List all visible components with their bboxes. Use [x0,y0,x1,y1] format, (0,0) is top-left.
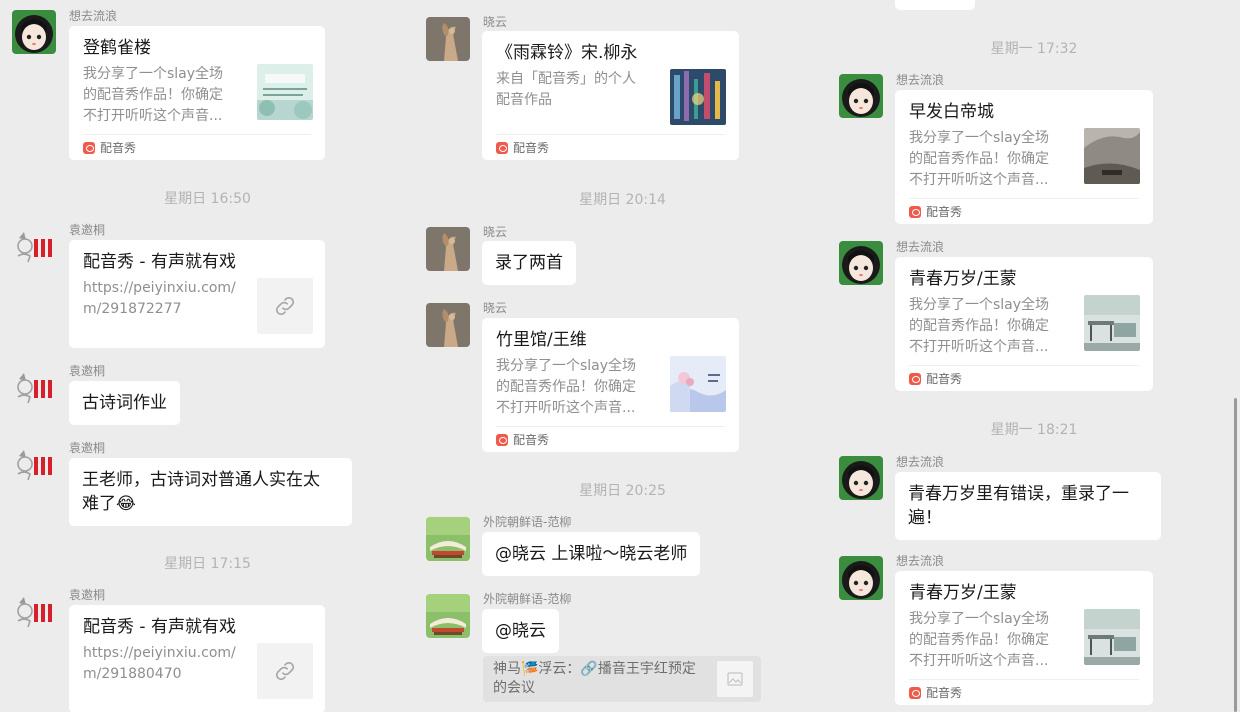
link-card[interactable]: 配音秀 - 有声就有戏 https://peiyinxiu.com/ m/291… [69,605,325,712]
avatar-fanliu[interactable] [426,517,470,561]
avatar-xiaoyun[interactable] [426,17,470,61]
text-message[interactable]: 录了两首 [482,241,576,285]
link-url: https://peiyinxiu.com/ m/291872277 [83,280,236,317]
peiyinxiu-app-icon [83,141,95,154]
peiyinxiu-app-icon [496,433,508,446]
card-footer: 配音秀 [909,198,1139,224]
peiyinxiu-app-icon [909,205,921,218]
card-title: 《雨霖铃》宋.柳永 [496,43,638,63]
card-footer: 配音秀 [909,365,1139,391]
peiyinxiu-app-icon [909,686,921,699]
card-thumbnail [1084,128,1140,184]
card-description: 我分享了一个slay全场 的配音秀作品！你确定 不打开听听这个声音... [909,297,1050,355]
card-thumbnail [670,356,726,412]
sender-name: 袁邀桐 [69,223,106,237]
chat-column-3: 星期一 17:32 想去流浪 早发白帝城 我分享了一个slay全场 的配音秀作品… [830,0,1240,712]
sender-name: 外院朝鲜语-范柳 [483,592,572,606]
app-label: 配音秀 [926,686,963,700]
avatar-xiaoyun[interactable] [426,303,470,347]
card-title: 青春万岁/王蒙 [909,269,1017,289]
app-label: 配音秀 [926,205,963,219]
sender-name: 外院朝鲜语-范柳 [483,515,572,529]
sender-name: 晓云 [483,301,508,315]
avatar-yuan[interactable] [12,365,56,409]
avatar-xiangqu[interactable] [839,456,883,500]
sender-name: 想去流浪 [896,73,945,87]
timestamp-separator: 星期日 20:25 [579,483,666,499]
share-card[interactable]: 早发白帝城 我分享了一个slay全场 的配音秀作品！你确定 不打开听听这个声音.… [895,90,1153,224]
card-description: 来自「配音秀」的个人 配音作品 [496,71,636,108]
sender-name: 袁邀桐 [69,588,106,602]
card-thumbnail [1084,609,1140,665]
sender-name: 想去流浪 [896,240,945,254]
sender-name: 袁邀桐 [69,364,106,378]
card-description: 我分享了一个slay全场 的配音秀作品！你确定 不打开听听这个声音... [496,358,637,416]
sender-name: 想去流浪 [896,455,945,469]
card-thumbnail [670,69,726,125]
text-message[interactable]: 王老师，古诗词对普通人实在太 难了😂 [69,458,352,526]
link-card[interactable]: 配音秀 - 有声就有戏 https://peiyinxiu.com/ m/291… [69,240,325,348]
link-icon [257,643,313,699]
share-card[interactable]: 青春万岁/王蒙 我分享了一个slay全场 的配音秀作品！你确定 不打开听听这个声… [895,257,1153,391]
timestamp-separator: 星期一 17:32 [990,41,1078,57]
text-message[interactable]: 青春万岁里有错误，重录了一 遍！ [895,472,1161,540]
share-card[interactable]: 登鹤雀楼 我分享了一个slay全场 的配音秀作品！你确定 不打开听听这个声音..… [69,26,325,160]
avatar-yuan[interactable] [12,589,56,633]
sender-name: 晓云 [483,225,508,239]
share-card[interactable]: 竹里馆/王维 我分享了一个slay全场 的配音秀作品！你确定 不打开听听这个声音… [482,318,739,452]
chat-column-1: 想去流浪 登鹤雀楼 我分享了一个slay全场 的配音秀作品！你确定 不打开听听这… [0,0,415,712]
avatar-yuan[interactable] [12,442,56,486]
timestamp-separator: 星期日 20:14 [579,192,666,208]
chat-column-2: 晓云 《雨霖铃》宋.柳永 来自「配音秀」的个人 配音作品 配音秀 星期日 20:… [415,0,830,712]
card-title: 青春万岁/王蒙 [909,583,1017,603]
quoted-message[interactable]: 神马🎏浮云：🔗播音王宇红预定 的会议 [483,656,761,702]
card-title: 配音秀 - 有声就有戏 [83,252,236,272]
card-footer: 配音秀 [496,134,725,160]
card-footer: 配音秀 [496,426,725,452]
sender-name: 晓云 [483,15,508,29]
card-title: 早发白帝城 [909,102,994,122]
timestamp-separator: 星期一 18:21 [990,422,1078,438]
quote-text: 神马🎏浮云：🔗播音王宇红预定 的会议 [493,661,696,696]
app-label: 配音秀 [926,372,963,386]
share-card[interactable]: 青春万岁/王蒙 我分享了一个slay全场 的配音秀作品！你确定 不打开听听这个声… [895,571,1153,705]
partial-message-bubble[interactable] [895,0,975,10]
app-label: 配音秀 [100,141,137,155]
avatar-yuan[interactable] [12,224,56,268]
scrollbar[interactable] [1234,398,1237,712]
link-icon [257,278,313,334]
timestamp-separator: 星期日 17:15 [164,556,251,572]
card-thumbnail [257,64,313,120]
sender-name: 袁邀桐 [69,441,106,455]
avatar-xiangqu[interactable] [839,74,883,118]
avatar-fanliu[interactable] [426,594,470,638]
link-url: https://peiyinxiu.com/ m/291880470 [83,645,236,682]
card-description: 我分享了一个slay全场 的配音秀作品！你确定 不打开听听这个声音... [909,130,1050,188]
share-card[interactable]: 《雨霖铃》宋.柳永 来自「配音秀」的个人 配音作品 配音秀 [482,31,739,160]
text-message[interactable]: @晓云 [482,609,559,653]
card-footer: 配音秀 [909,679,1139,705]
app-label: 配音秀 [513,141,550,155]
avatar-xiangqu[interactable] [12,10,56,54]
card-description: 我分享了一个slay全场 的配音秀作品！你确定 不打开听听这个声音... [83,66,224,124]
card-description: 我分享了一个slay全场 的配音秀作品！你确定 不打开听听这个声音... [909,611,1050,669]
image-placeholder-icon [717,661,753,697]
peiyinxiu-app-icon [496,141,508,154]
card-title: 竹里馆/王维 [496,330,587,350]
app-label: 配音秀 [513,433,550,447]
text-message[interactable]: @晓云 上课啦～晓云老师 [482,532,701,576]
sender-name: 想去流浪 [69,9,118,23]
avatar-xiangqu[interactable] [839,556,883,600]
avatar-xiaoyun[interactable] [426,227,470,271]
card-title: 配音秀 - 有声就有戏 [83,617,236,637]
card-thumbnail [1084,295,1140,351]
peiyinxiu-app-icon [909,372,921,385]
avatar-xiangqu[interactable] [839,241,883,285]
card-footer: 配音秀 [83,134,311,160]
text-message[interactable]: 古诗词作业 [69,381,180,425]
card-title: 登鹤雀楼 [83,38,151,58]
sender-name: 想去流浪 [896,554,945,568]
timestamp-separator: 星期日 16:50 [164,191,251,207]
